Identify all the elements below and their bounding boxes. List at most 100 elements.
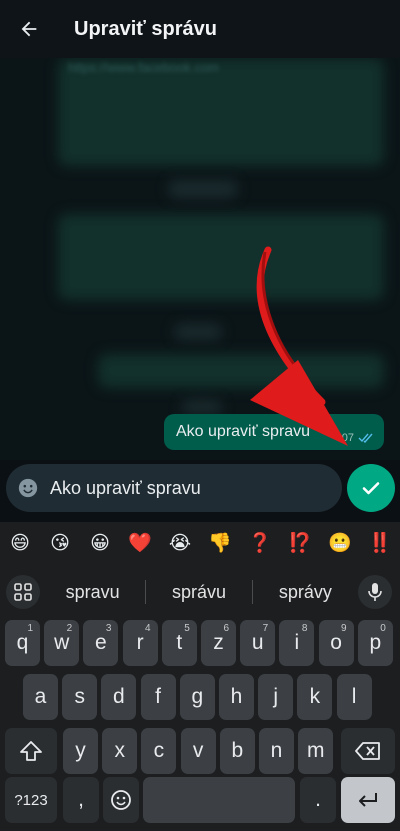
message-meta: 07: [342, 432, 374, 444]
key-hint: 6: [223, 623, 229, 634]
key-v[interactable]: v: [180, 728, 216, 774]
emoji-suggestion[interactable]: ⁉️: [280, 531, 320, 555]
key-label: w: [54, 631, 70, 654]
edit-bar: Ako upraviť spravu: [0, 460, 400, 520]
key-z[interactable]: z6: [201, 620, 236, 666]
check-icon: [362, 482, 380, 495]
key-a[interactable]: a: [23, 674, 58, 720]
message-time: 07: [341, 432, 354, 444]
key-l[interactable]: l: [336, 674, 372, 720]
blurred-link-text: https://www.facebook.com: [68, 60, 220, 75]
key-label: p: [369, 631, 382, 654]
key-label: q: [16, 631, 29, 654]
backspace-key[interactable]: [341, 728, 395, 774]
message-input[interactable]: Ako upraviť spravu: [6, 464, 342, 512]
suggestion-1[interactable]: spravu: [40, 582, 145, 603]
key-label: e: [95, 631, 107, 654]
key-p[interactable]: p0: [357, 620, 393, 666]
shift-icon: [20, 741, 42, 761]
key-g[interactable]: g: [179, 674, 215, 720]
emoji-suggestion[interactable]: 😄: [0, 532, 40, 555]
shift-key[interactable]: [5, 728, 57, 774]
back-arrow-icon: [21, 21, 37, 37]
back-button[interactable]: [0, 0, 58, 58]
key-hint: 1: [27, 623, 33, 634]
apps-grid-button[interactable]: [6, 575, 40, 609]
emoji-suggestion[interactable]: 😭: [160, 532, 200, 555]
key-w[interactable]: w2: [44, 620, 80, 666]
key-row-2: asdfghjkl: [0, 674, 400, 720]
key-hint: 8: [301, 623, 308, 634]
blurred-date-chip: [182, 400, 222, 414]
key-row-1: q1w2e3r4t5z6u7i8o9p0: [0, 620, 400, 666]
enter-icon: [359, 793, 377, 807]
key-hint: 3: [105, 623, 112, 634]
key-e[interactable]: e3: [83, 620, 119, 666]
emoji-suggestion[interactable]: 👎: [200, 531, 240, 555]
key-h[interactable]: h: [219, 674, 254, 720]
key-hint: 5: [184, 623, 190, 634]
confirm-edit-button[interactable]: [347, 464, 395, 512]
emoji-suggestion[interactable]: 😀: [80, 532, 120, 555]
backspace-icon: [355, 742, 380, 760]
key-hint: 0: [380, 623, 386, 634]
key-label: i: [294, 631, 300, 654]
key-label: o: [330, 631, 342, 654]
period-key[interactable]: .: [300, 777, 336, 823]
key-d[interactable]: d: [101, 674, 137, 720]
smiley-icon: [111, 790, 131, 810]
emoji-suggestion[interactable]: 😬: [320, 531, 360, 555]
app-header: Upraviť správu: [0, 0, 400, 58]
voice-input-button[interactable]: [357, 575, 392, 609]
emoji-suggestion[interactable]: ‼️: [360, 531, 400, 555]
double-check-icon: [358, 433, 373, 443]
key-i[interactable]: i8: [279, 620, 315, 666]
emoji-button[interactable]: [6, 464, 50, 512]
key-label: t: [176, 631, 183, 654]
key-row-4: ?123 , .: [0, 777, 400, 823]
message-text: Ako upraviť spravu: [176, 423, 311, 440]
key-b[interactable]: b: [219, 728, 255, 774]
key-q[interactable]: q1: [5, 620, 40, 666]
comma-key[interactable]: ,: [63, 777, 99, 823]
key-s[interactable]: s: [62, 674, 98, 720]
key-hint: 7: [262, 623, 269, 634]
key-c[interactable]: c: [141, 728, 177, 774]
key-hint: 4: [145, 623, 151, 634]
emoji-suggestion[interactable]: ❓: [240, 531, 280, 555]
key-r[interactable]: r4: [122, 620, 158, 666]
key-label: z: [213, 631, 224, 654]
key-n[interactable]: n: [259, 728, 294, 774]
key-m[interactable]: m: [298, 728, 334, 774]
key-y[interactable]: y: [63, 728, 98, 774]
blurred-date-chip: [174, 324, 222, 340]
key-hint: 2: [66, 623, 73, 634]
apps-grid-icon: [14, 583, 32, 601]
chat-backdrop: https://www.facebook.com: [0, 58, 400, 460]
enter-key[interactable]: [341, 777, 395, 823]
symbols-key[interactable]: ?123: [5, 777, 57, 823]
suggestion-strip: spravu správu správy: [0, 570, 400, 614]
emoji-suggestion[interactable]: 😘: [40, 532, 80, 555]
page-title: Upraviť správu: [74, 17, 217, 40]
space-key[interactable]: [143, 777, 295, 823]
key-label: u: [251, 631, 264, 654]
key-u[interactable]: u7: [240, 620, 276, 666]
emoji-icon: [18, 478, 38, 498]
suggestion-2[interactable]: správu: [146, 582, 251, 603]
emoji-suggestion[interactable]: ❤️: [120, 531, 160, 555]
suggestion-3[interactable]: správy: [253, 582, 358, 603]
key-o[interactable]: o9: [318, 620, 354, 666]
key-row-3: yxcvbnm: [0, 728, 400, 774]
emoji-key[interactable]: [103, 777, 139, 823]
message-bubble: Ako upraviť spravu 07: [164, 414, 384, 450]
key-f[interactable]: f: [140, 674, 176, 720]
key-k[interactable]: k: [297, 674, 333, 720]
blurred-message: [98, 354, 384, 388]
key-x[interactable]: x: [102, 728, 138, 774]
key-j[interactable]: j: [258, 674, 294, 720]
key-t[interactable]: t5: [161, 620, 197, 666]
emoji-suggestion-row: 😄 😘 😀 ❤️ 😭 👎 ❓ ⁉️ 😬 ‼️: [0, 522, 400, 564]
mic-icon: [368, 583, 382, 601]
blurred-message: [58, 214, 384, 300]
